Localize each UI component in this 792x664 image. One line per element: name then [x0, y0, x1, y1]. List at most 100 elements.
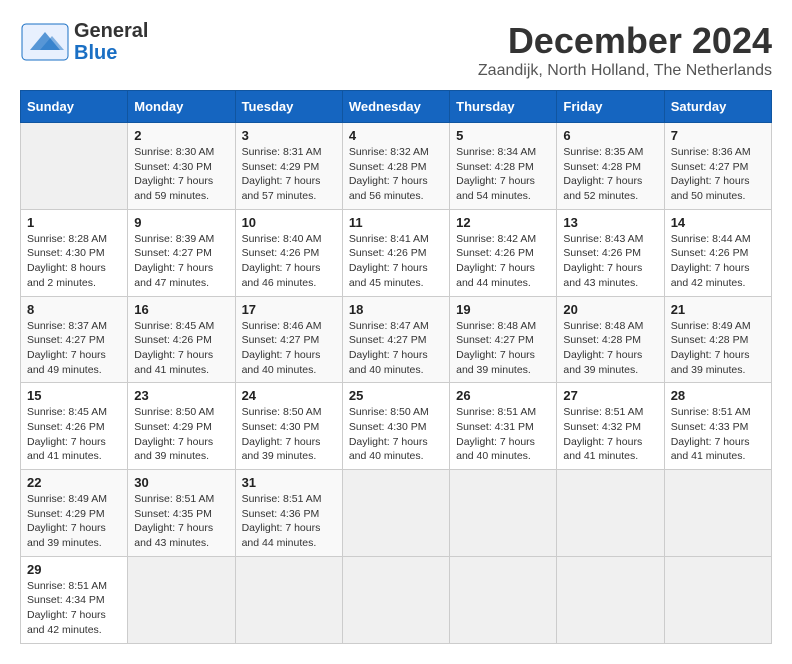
day-number: 26	[456, 388, 550, 403]
empty-cell	[664, 556, 771, 643]
calendar-table: Sunday Monday Tuesday Wednesday Thursday…	[20, 90, 772, 644]
day-number: 25	[349, 388, 443, 403]
calendar-row-week3: 8 Sunrise: 8:37 AMSunset: 4:27 PMDayligh…	[21, 296, 772, 383]
day-cell-22: 22 Sunrise: 8:49 AMSunset: 4:29 PMDaylig…	[21, 470, 128, 557]
day-info: Sunrise: 8:41 AMSunset: 4:26 PMDaylight:…	[349, 232, 443, 291]
day-cell-26: 26 Sunrise: 8:51 AMSunset: 4:31 PMDaylig…	[450, 383, 557, 470]
day-number: 21	[671, 302, 765, 317]
day-number: 3	[242, 128, 336, 143]
day-number: 1	[27, 215, 121, 230]
day-cell-4: 4 Sunrise: 8:32 AMSunset: 4:28 PMDayligh…	[342, 123, 449, 210]
day-number: 5	[456, 128, 550, 143]
page-header: General Blue December 2024 Zaandijk, Nor…	[20, 20, 772, 80]
calendar-header-row: Sunday Monday Tuesday Wednesday Thursday…	[21, 91, 772, 123]
day-info: Sunrise: 8:51 AMSunset: 4:35 PMDaylight:…	[134, 492, 228, 551]
day-info: Sunrise: 8:48 AMSunset: 4:28 PMDaylight:…	[563, 319, 657, 378]
day-info: Sunrise: 8:30 AMSunset: 4:30 PMDaylight:…	[134, 145, 228, 204]
day-number: 30	[134, 475, 228, 490]
day-info: Sunrise: 8:45 AMSunset: 4:26 PMDaylight:…	[27, 405, 121, 464]
day-info: Sunrise: 8:44 AMSunset: 4:26 PMDaylight:…	[671, 232, 765, 291]
day-number: 4	[349, 128, 443, 143]
day-cell-12: 12 Sunrise: 8:42 AMSunset: 4:26 PMDaylig…	[450, 209, 557, 296]
day-cell-14: 14 Sunrise: 8:44 AMSunset: 4:26 PMDaylig…	[664, 209, 771, 296]
day-info: Sunrise: 8:42 AMSunset: 4:26 PMDaylight:…	[456, 232, 550, 291]
title-area: December 2024 Zaandijk, North Holland, T…	[478, 20, 772, 80]
day-cell-18: 18 Sunrise: 8:47 AMSunset: 4:27 PMDaylig…	[342, 296, 449, 383]
day-number: 24	[242, 388, 336, 403]
day-cell-7: 7 Sunrise: 8:36 AMSunset: 4:27 PMDayligh…	[664, 123, 771, 210]
day-info: Sunrise: 8:39 AMSunset: 4:27 PMDaylight:…	[134, 232, 228, 291]
logo-general: General	[74, 20, 148, 42]
header-sunday: Sunday	[21, 91, 128, 123]
day-number: 11	[349, 215, 443, 230]
day-number: 10	[242, 215, 336, 230]
day-number: 8	[27, 302, 121, 317]
empty-cell	[128, 556, 235, 643]
day-cell-6: 6 Sunrise: 8:35 AMSunset: 4:28 PMDayligh…	[557, 123, 664, 210]
page-title: December 2024	[478, 20, 772, 62]
day-cell-28: 28 Sunrise: 8:51 AMSunset: 4:33 PMDaylig…	[664, 383, 771, 470]
day-info: Sunrise: 8:49 AMSunset: 4:29 PMDaylight:…	[27, 492, 121, 551]
day-cell-19: 19 Sunrise: 8:48 AMSunset: 4:27 PMDaylig…	[450, 296, 557, 383]
header-saturday: Saturday	[664, 91, 771, 123]
day-number: 14	[671, 215, 765, 230]
day-number: 2	[134, 128, 228, 143]
day-info: Sunrise: 8:50 AMSunset: 4:30 PMDaylight:…	[242, 405, 336, 464]
day-number: 13	[563, 215, 657, 230]
calendar-row-week4: 15 Sunrise: 8:45 AMSunset: 4:26 PMDaylig…	[21, 383, 772, 470]
logo: General Blue	[20, 20, 148, 64]
empty-cell	[21, 123, 128, 210]
header-thursday: Thursday	[450, 91, 557, 123]
day-info: Sunrise: 8:32 AMSunset: 4:28 PMDaylight:…	[349, 145, 443, 204]
day-info: Sunrise: 8:28 AMSunset: 4:30 PMDaylight:…	[27, 232, 121, 291]
day-cell-3: 3 Sunrise: 8:31 AMSunset: 4:29 PMDayligh…	[235, 123, 342, 210]
day-info: Sunrise: 8:45 AMSunset: 4:26 PMDaylight:…	[134, 319, 228, 378]
day-number: 9	[134, 215, 228, 230]
day-info: Sunrise: 8:51 AMSunset: 4:32 PMDaylight:…	[563, 405, 657, 464]
day-cell-21: 21 Sunrise: 8:49 AMSunset: 4:28 PMDaylig…	[664, 296, 771, 383]
day-number: 7	[671, 128, 765, 143]
day-cell-30: 30 Sunrise: 8:51 AMSunset: 4:35 PMDaylig…	[128, 470, 235, 557]
day-cell-16: 16 Sunrise: 8:45 AMSunset: 4:26 PMDaylig…	[128, 296, 235, 383]
day-info: Sunrise: 8:34 AMSunset: 4:28 PMDaylight:…	[456, 145, 550, 204]
day-info: Sunrise: 8:48 AMSunset: 4:27 PMDaylight:…	[456, 319, 550, 378]
day-info: Sunrise: 8:47 AMSunset: 4:27 PMDaylight:…	[349, 319, 443, 378]
logo-icon	[20, 22, 70, 62]
header-friday: Friday	[557, 91, 664, 123]
day-cell-11: 11 Sunrise: 8:41 AMSunset: 4:26 PMDaylig…	[342, 209, 449, 296]
day-number: 17	[242, 302, 336, 317]
empty-cell	[235, 556, 342, 643]
header-tuesday: Tuesday	[235, 91, 342, 123]
calendar-row-week6: 29 Sunrise: 8:51 AMSunset: 4:34 PMDaylig…	[21, 556, 772, 643]
empty-cell	[664, 470, 771, 557]
logo-text: General Blue	[74, 20, 148, 64]
empty-cell	[557, 470, 664, 557]
calendar-row-week5: 22 Sunrise: 8:49 AMSunset: 4:29 PMDaylig…	[21, 470, 772, 557]
day-number: 12	[456, 215, 550, 230]
day-number: 28	[671, 388, 765, 403]
day-info: Sunrise: 8:51 AMSunset: 4:31 PMDaylight:…	[456, 405, 550, 464]
day-info: Sunrise: 8:49 AMSunset: 4:28 PMDaylight:…	[671, 319, 765, 378]
day-number: 23	[134, 388, 228, 403]
day-info: Sunrise: 8:50 AMSunset: 4:30 PMDaylight:…	[349, 405, 443, 464]
day-cell-2: 2 Sunrise: 8:30 AMSunset: 4:30 PMDayligh…	[128, 123, 235, 210]
day-cell-10: 10 Sunrise: 8:40 AMSunset: 4:26 PMDaylig…	[235, 209, 342, 296]
empty-cell	[450, 556, 557, 643]
day-number: 16	[134, 302, 228, 317]
day-info: Sunrise: 8:51 AMSunset: 4:33 PMDaylight:…	[671, 405, 765, 464]
day-number: 15	[27, 388, 121, 403]
day-cell-8: 8 Sunrise: 8:37 AMSunset: 4:27 PMDayligh…	[21, 296, 128, 383]
day-cell-24: 24 Sunrise: 8:50 AMSunset: 4:30 PMDaylig…	[235, 383, 342, 470]
day-cell-23: 23 Sunrise: 8:50 AMSunset: 4:29 PMDaylig…	[128, 383, 235, 470]
empty-cell	[342, 470, 449, 557]
day-number: 27	[563, 388, 657, 403]
day-cell-1: 1 Sunrise: 8:28 AMSunset: 4:30 PMDayligh…	[21, 209, 128, 296]
day-info: Sunrise: 8:51 AMSunset: 4:34 PMDaylight:…	[27, 579, 121, 638]
day-number: 6	[563, 128, 657, 143]
page-subtitle: Zaandijk, North Holland, The Netherlands	[478, 62, 772, 80]
day-cell-9: 9 Sunrise: 8:39 AMSunset: 4:27 PMDayligh…	[128, 209, 235, 296]
day-cell-5: 5 Sunrise: 8:34 AMSunset: 4:28 PMDayligh…	[450, 123, 557, 210]
header-monday: Monday	[128, 91, 235, 123]
empty-cell	[450, 470, 557, 557]
logo-blue: Blue	[74, 42, 117, 64]
